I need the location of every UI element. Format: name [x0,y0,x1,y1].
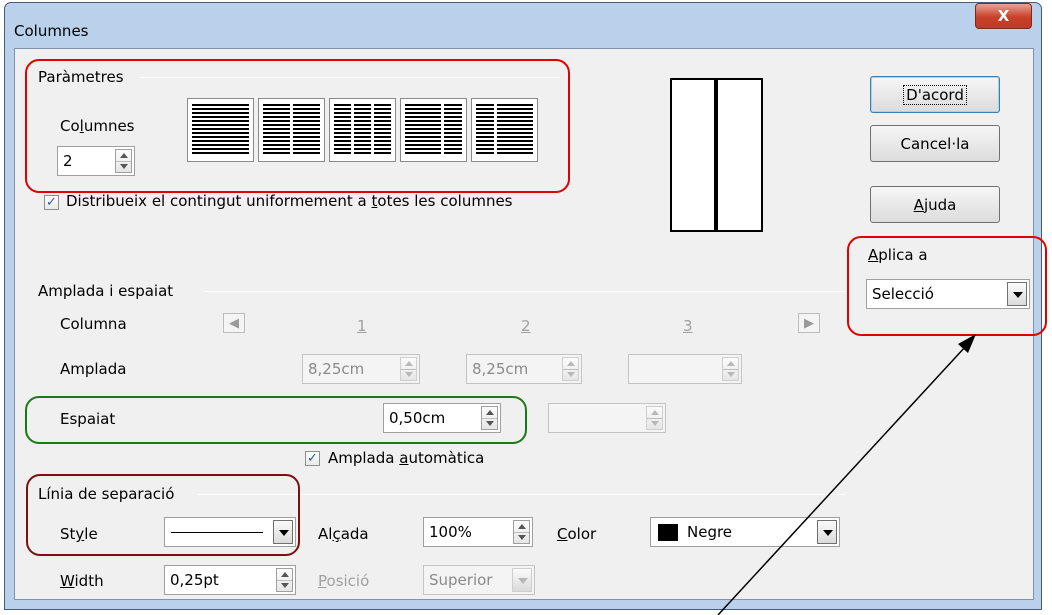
annotation-arrow [717,334,976,615]
